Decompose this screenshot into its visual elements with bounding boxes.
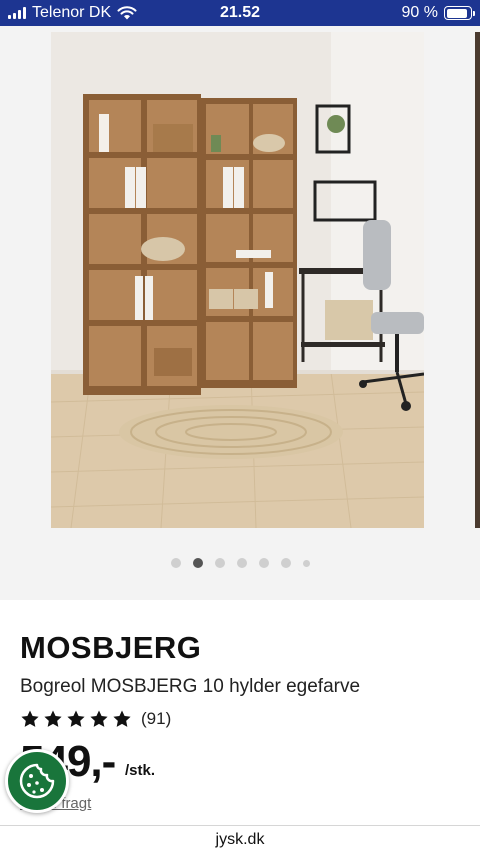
star-icon	[90, 710, 108, 727]
product-rating[interactable]: (91)	[20, 709, 171, 729]
gallery-dot[interactable]	[280, 558, 291, 568]
battery-icon	[444, 6, 475, 20]
product-description: Bogreol MOSBJERG 10 hylder egefarve	[20, 676, 361, 697]
star-icon	[44, 710, 62, 727]
next-image-peek[interactable]	[475, 32, 480, 528]
status-bar: Telenor DK 21.52 90 %	[0, 0, 480, 26]
rating-count[interactable]: (91)	[141, 709, 171, 729]
gallery-dot[interactable]	[214, 558, 225, 568]
bookcase-photo	[51, 32, 424, 528]
product-info: MOSBJERG Bogreol MOSBJERG 10 hylder egef…	[0, 600, 480, 825]
price-unit: /stk.	[125, 762, 156, 779]
status-bar-right: 90 %	[401, 4, 475, 22]
product-image[interactable]	[51, 32, 424, 528]
browser-url-bar[interactable]: jysk.dk	[0, 825, 480, 854]
cookie-icon	[19, 763, 55, 799]
url-domain: jysk.dk	[215, 831, 265, 848]
star-icon	[67, 710, 85, 727]
product-gallery[interactable]	[0, 26, 480, 600]
gallery-dot[interactable]	[236, 558, 247, 568]
battery-percent: 90 %	[401, 4, 438, 21]
cookie-settings-button[interactable]	[5, 749, 69, 813]
gallery-dot-active[interactable]	[192, 558, 203, 568]
gallery-dot[interactable]	[302, 559, 310, 567]
star-icon	[21, 710, 39, 727]
gallery-pagination	[0, 558, 480, 568]
product-brand: MOSBJERG	[20, 630, 202, 665]
star-icon	[113, 710, 131, 727]
gallery-dot[interactable]	[258, 558, 269, 568]
gallery-dot[interactable]	[170, 558, 181, 568]
